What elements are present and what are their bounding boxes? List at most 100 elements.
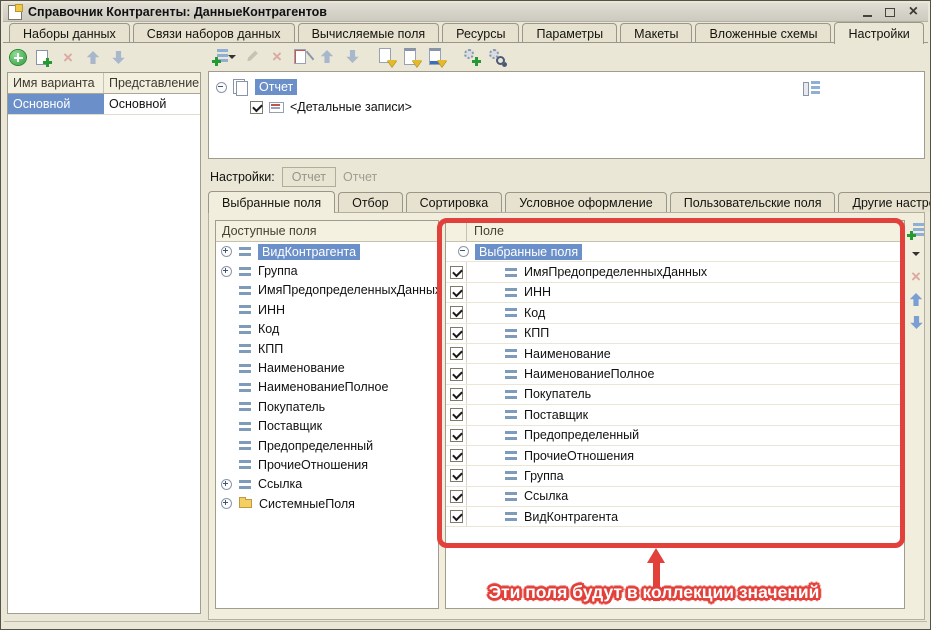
selected-field-row[interactable]: Ссылка: [446, 487, 904, 507]
selected-fields-group-row[interactable]: Выбранные поля: [446, 242, 904, 262]
checkbox-cell: [446, 385, 467, 404]
selected-field-row[interactable]: Наименование: [446, 344, 904, 364]
restore-button[interactable]: [883, 5, 897, 19]
collapse-icon[interactable]: [216, 82, 227, 93]
add-field-menu-button[interactable]: [907, 245, 925, 262]
available-field-row[interactable]: ПрочиеОтношения: [216, 455, 438, 474]
field-checkbox[interactable]: [450, 449, 463, 462]
selected-field-row[interactable]: ИНН: [446, 283, 904, 303]
field-checkbox[interactable]: [450, 469, 463, 482]
tree-node-detail-records[interactable]: <Детальные записи>: [209, 97, 924, 117]
variants-toolbar: [9, 49, 127, 66]
field-label: Поставщик: [524, 408, 588, 422]
available-field-row[interactable]: НаименованиеПолное: [216, 378, 438, 397]
available-field-row[interactable]: Покупатель: [216, 397, 438, 416]
settings-wizard-button[interactable]: [293, 48, 311, 65]
detail-records-checkbox[interactable]: [250, 101, 263, 114]
variant-move-up-button[interactable]: [84, 49, 102, 66]
tab-data-set-links[interactable]: Связи наборов данных: [133, 23, 295, 43]
available-field-row[interactable]: Предопределенный: [216, 436, 438, 455]
tab-other-settings[interactable]: Другие настройки: [838, 192, 931, 212]
structure-move-up-button[interactable]: [318, 48, 336, 65]
available-field-row[interactable]: Наименование: [216, 358, 438, 377]
structure-move-down-button[interactable]: [343, 48, 361, 65]
field-checkbox[interactable]: [450, 510, 463, 523]
field-move-down-button[interactable]: [907, 314, 925, 331]
available-field-row[interactable]: СистемныеПоля: [216, 494, 438, 513]
expand-icon[interactable]: [221, 246, 232, 257]
available-field-row[interactable]: ИмяПредопределенныхДанных: [216, 281, 438, 300]
field-checkbox[interactable]: [450, 490, 463, 503]
tab-selected-fields[interactable]: Выбранные поля: [208, 191, 335, 213]
field-move-up-button[interactable]: [907, 291, 925, 308]
header-label: Поле: [467, 224, 504, 238]
tab-calculated-fields[interactable]: Вычисляемые поля: [298, 23, 440, 43]
add-field-button[interactable]: [907, 222, 925, 239]
tab-nested-schemas[interactable]: Вложенные схемы: [695, 23, 831, 43]
delete-field-button[interactable]: [907, 268, 925, 285]
checkbox-cell: [446, 507, 467, 526]
selected-field-row[interactable]: НаименованиеПолное: [446, 364, 904, 384]
selected-field-row[interactable]: ПрочиеОтношения: [446, 446, 904, 466]
field-checkbox[interactable]: [450, 368, 463, 381]
tab-data-sets[interactable]: Наборы данных: [9, 23, 130, 43]
minimize-button[interactable]: [860, 5, 874, 19]
field-checkbox[interactable]: [450, 347, 463, 360]
annotation-caption: Эти поля будут в коллекции значений: [438, 582, 870, 603]
expand-icon[interactable]: [221, 498, 232, 509]
selected-field-row[interactable]: Поставщик: [446, 405, 904, 425]
available-field-row[interactable]: ВидКонтрагента: [216, 242, 438, 261]
copy-variant-button[interactable]: [34, 49, 52, 66]
collapse-icon[interactable]: [458, 246, 469, 257]
field-checkbox[interactable]: [450, 306, 463, 319]
tab-resources[interactable]: Ресурсы: [442, 23, 519, 43]
tab-sorting[interactable]: Сортировка: [406, 192, 503, 212]
column-variant-name[interactable]: Имя варианта: [8, 73, 104, 93]
field-checkbox[interactable]: [450, 429, 463, 442]
tab-filter[interactable]: Отбор: [338, 192, 403, 212]
edit-structure-element-button[interactable]: [243, 48, 261, 65]
tab-parameters[interactable]: Параметры: [522, 23, 617, 43]
report-settings-button[interactable]: Отчет: [282, 167, 336, 187]
delete-structure-element-button[interactable]: [268, 48, 286, 65]
close-button[interactable]: [906, 5, 920, 19]
selected-field-row[interactable]: ВидКонтрагента: [446, 507, 904, 527]
expand-icon[interactable]: [221, 266, 232, 277]
open-settings-button[interactable]: [378, 48, 396, 65]
available-field-row[interactable]: Ссылка: [216, 475, 438, 494]
selected-field-row[interactable]: Предопределенный: [446, 426, 904, 446]
settings-preview-button[interactable]: [488, 48, 506, 65]
selected-field-row[interactable]: ИмяПредопределенныхДанных: [446, 262, 904, 282]
selected-fields-header: Поле: [446, 221, 904, 242]
field-icon: [239, 286, 251, 295]
field-checkbox[interactable]: [450, 266, 463, 279]
selected-field-row[interactable]: КПП: [446, 324, 904, 344]
tab-conditional-appearance[interactable]: Условное оформление: [505, 192, 666, 212]
field-checkbox[interactable]: [450, 388, 463, 401]
add-variant-button[interactable]: [9, 49, 27, 66]
settings-constructor-button[interactable]: [463, 48, 481, 65]
selected-field-row[interactable]: Покупатель: [446, 385, 904, 405]
field-checkbox[interactable]: [450, 408, 463, 421]
column-presentation[interactable]: Представление: [104, 73, 200, 93]
field-checkbox[interactable]: [450, 327, 463, 340]
selected-field-row[interactable]: Код: [446, 303, 904, 323]
delete-variant-button[interactable]: [59, 49, 77, 66]
available-field-row[interactable]: КПП: [216, 339, 438, 358]
expand-icon[interactable]: [221, 479, 232, 490]
tab-settings[interactable]: Настройки: [834, 22, 923, 44]
variant-row[interactable]: Основной Основной: [8, 94, 200, 115]
field-checkbox[interactable]: [450, 286, 463, 299]
tab-custom-fields[interactable]: Пользовательские поля: [670, 192, 836, 212]
save-settings-button[interactable]: [428, 48, 446, 65]
available-field-row[interactable]: Группа: [216, 261, 438, 280]
available-field-row[interactable]: ИНН: [216, 300, 438, 319]
load-settings-button[interactable]: [403, 48, 421, 65]
add-structure-element-button[interactable]: [212, 48, 236, 65]
selected-field-row[interactable]: Группа: [446, 466, 904, 486]
settings-label: Настройки:: [210, 170, 275, 184]
available-field-row[interactable]: Код: [216, 320, 438, 339]
available-field-row[interactable]: Поставщик: [216, 417, 438, 436]
tab-templates[interactable]: Макеты: [620, 23, 692, 43]
variant-move-down-button[interactable]: [109, 49, 127, 66]
